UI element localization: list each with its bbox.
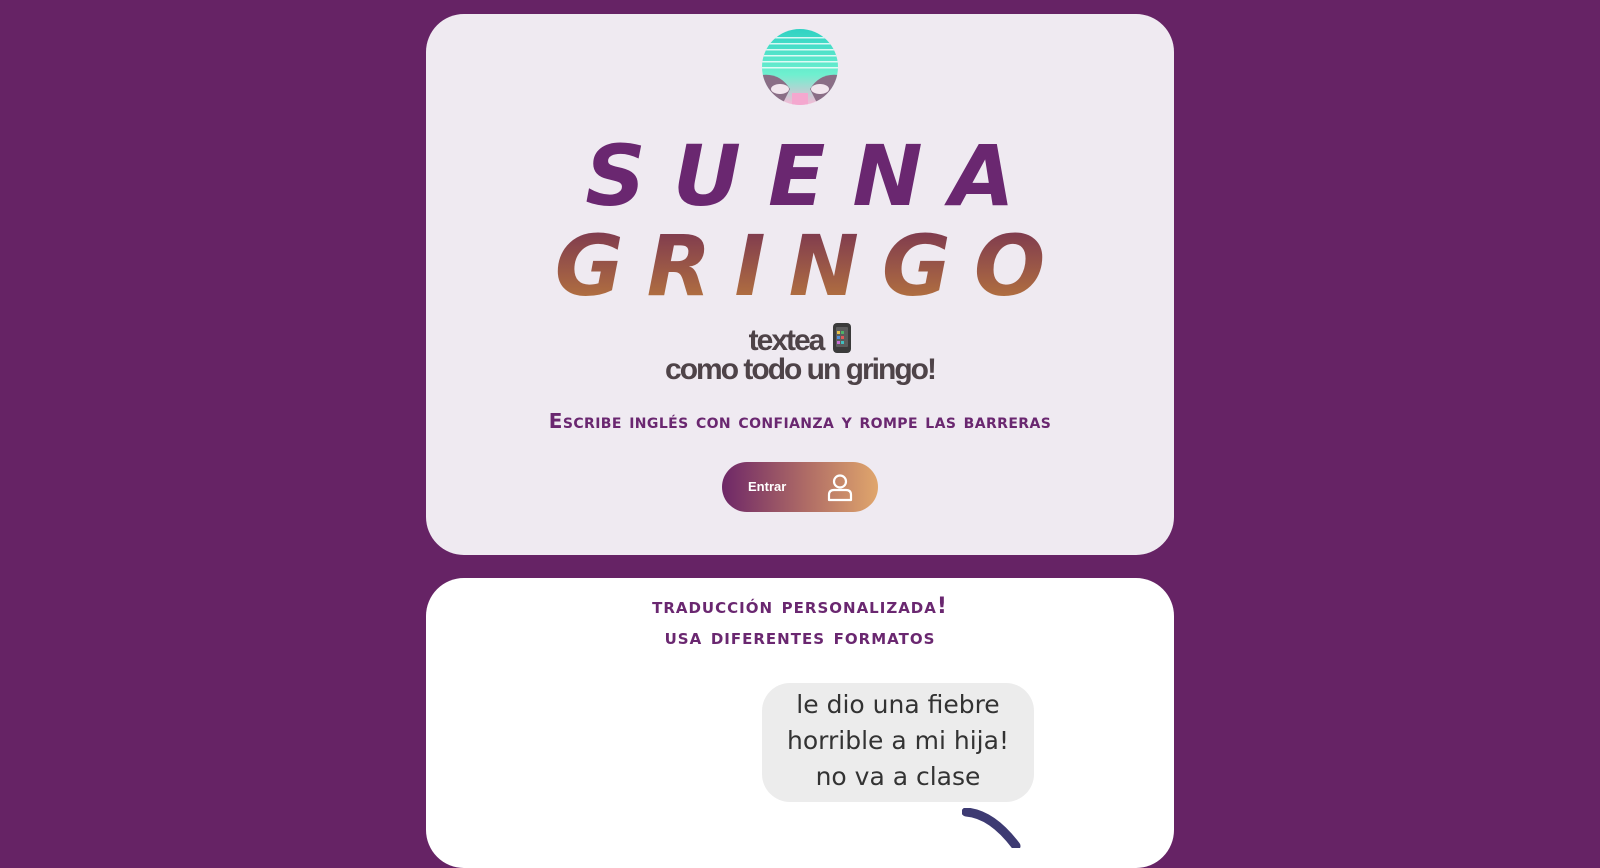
title-line-1: SUENA — [585, 127, 1042, 225]
hero-card: SUENA GRINGO textea como todo un gringo!… — [426, 14, 1174, 555]
enter-button[interactable]: Entrar — [722, 462, 878, 512]
chat-bubble-line-3: no va a clase — [815, 762, 981, 791]
feature-heading-line-2: usa diferentes formatos — [664, 625, 936, 650]
user-icon — [827, 474, 853, 502]
mobile-phone-icon — [833, 323, 852, 353]
tagline-line-2: como todo un gringo! — [665, 353, 937, 386]
feature-card: traducción personalizada! usa diferentes… — [426, 578, 1174, 868]
chat-bubble: le dio una fiebre horrible a mi hija! no… — [762, 683, 1034, 802]
title-line-2: GRINGO — [426, 224, 1174, 308]
tagline-line-1: textea — [426, 323, 1174, 356]
chat-bubble-line-1: le dio una fiebre — [796, 690, 1000, 719]
sunset-logo[interactable] — [762, 29, 838, 105]
enter-button-label: Entrar — [748, 479, 787, 494]
curved-arrow-icon — [962, 808, 1021, 848]
chat-bubble-line-2: horrible a mi hija! — [787, 726, 1009, 755]
feature-heading-line-1: traducción personalizada! — [652, 594, 948, 619]
hero-subtitle: Escribe inglés con confianza y rompe las… — [548, 409, 1052, 433]
